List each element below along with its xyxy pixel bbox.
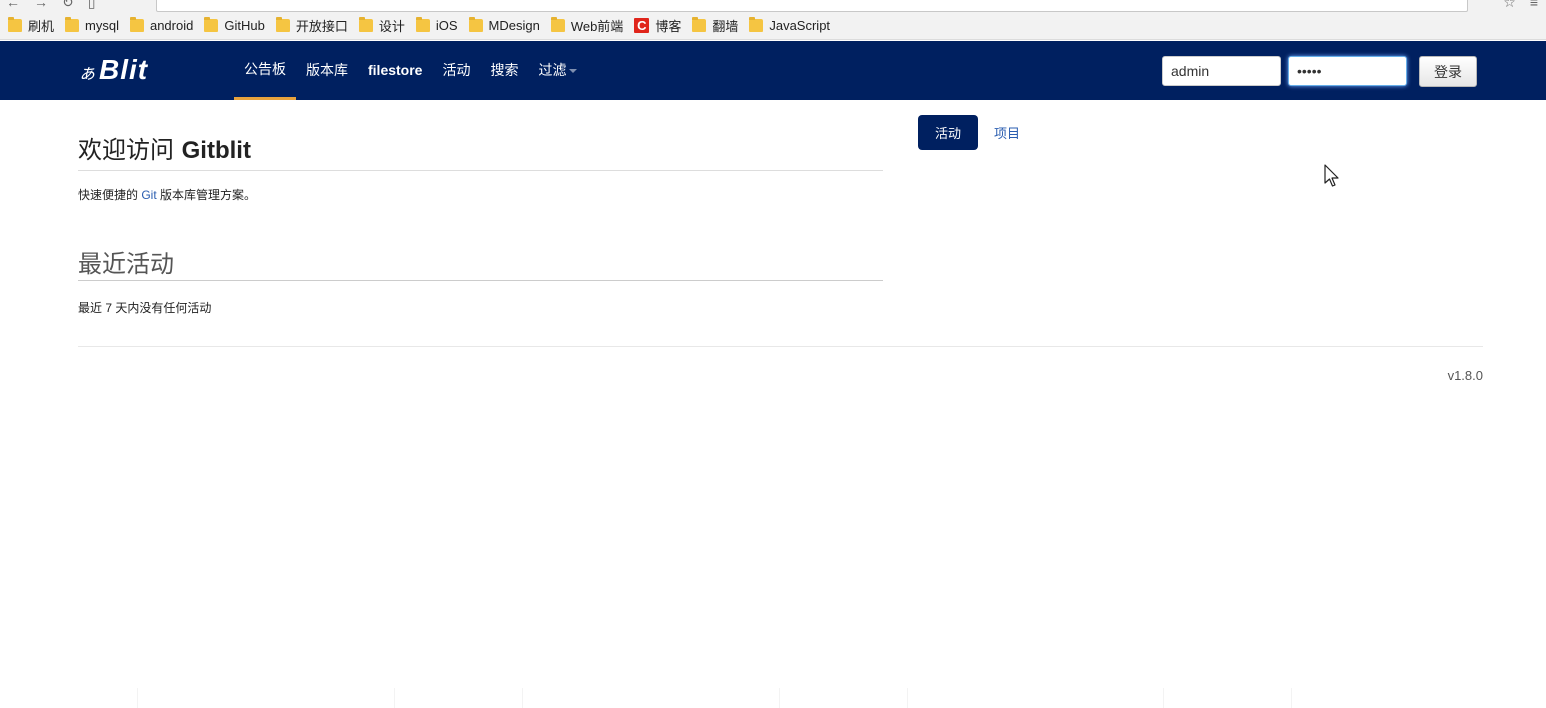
mouse-cursor-icon	[1324, 164, 1339, 187]
page-title-prefix: 欢迎访问	[78, 136, 182, 164]
nav-repositories[interactable]: 版本库	[296, 41, 358, 100]
gitblit-logo[interactable]: ぁBlit	[78, 54, 148, 89]
bookmark-label: 翻墙	[712, 19, 739, 34]
footer-divider	[78, 346, 1483, 347]
bookmark-shuaji[interactable]: 刷机	[8, 16, 54, 35]
bookmark-mdesign[interactable]: MDesign	[468, 17, 540, 33]
tagline: 快速便捷的 Git 版本库管理方案。	[78, 186, 256, 203]
bookmark-javascript[interactable]: JavaScript	[749, 17, 831, 33]
nav-links: 公告板 版本库 filestore 活动 搜索 过滤	[234, 41, 587, 100]
recent-activity-title: 最近活动	[78, 250, 174, 278]
folder-icon	[8, 17, 22, 32]
star-icon[interactable]: ☆	[1503, 0, 1516, 11]
bookmark-label: GitHub	[224, 18, 265, 33]
bookmark-mysql[interactable]: mysql	[65, 17, 119, 33]
title-divider	[78, 170, 883, 171]
bottom-artifacts	[0, 688, 1546, 708]
address-bar[interactable]	[156, 0, 1468, 12]
nav-activity[interactable]: 活动	[432, 41, 480, 100]
no-activity-message: 最近 7 天内没有任何活动	[78, 301, 212, 315]
bookmark-label: MDesign	[488, 18, 540, 33]
folder-icon	[275, 17, 290, 32]
nav-filters[interactable]: 过滤	[528, 41, 587, 100]
tab-projects[interactable]: 项目	[994, 115, 1020, 150]
bookmark-github[interactable]: GitHub	[204, 17, 265, 33]
browser-right-icons: ☆ ≡	[1503, 0, 1538, 11]
folder-icon	[204, 17, 219, 32]
tagline-before: 快速便捷的	[78, 188, 142, 202]
bookmark-web-frontend[interactable]: Web前端	[550, 16, 624, 35]
folder-icon	[550, 17, 565, 32]
menu-icon[interactable]: ≡	[1530, 0, 1538, 11]
tagline-after: 版本库管理方案。	[156, 188, 257, 202]
bookmark-label: iOS	[435, 18, 458, 33]
folder-icon	[358, 17, 373, 32]
tab-activity[interactable]: 活动	[918, 115, 978, 150]
password-input[interactable]	[1288, 56, 1407, 86]
bookmark-open-api[interactable]: 开放接口	[275, 16, 348, 35]
bookmark-android[interactable]: android	[129, 17, 194, 33]
bookmark-label: 开放接口	[295, 19, 348, 34]
bookmark-label: Web前端	[570, 19, 624, 34]
browser-nav-icons: ← → ↻ ▯	[6, 0, 95, 11]
page-title: 欢迎访问 Gitblit	[78, 130, 251, 165]
bookmark-label: android	[149, 18, 194, 33]
username-input[interactable]	[1162, 56, 1281, 86]
bookmarks-bar: 刷机 mysql android GitHub 开放接口 设计 iOS MDes…	[0, 12, 1546, 40]
browser-toolbar: ← → ↻ ▯ ☆ ≡	[0, 0, 1546, 12]
git-link[interactable]: Git	[141, 188, 156, 202]
bookmark-design[interactable]: 设计	[358, 16, 405, 35]
forward-icon[interactable]: →	[34, 0, 48, 11]
back-icon[interactable]: ←	[6, 0, 20, 11]
page-title-app: Gitblit	[181, 137, 251, 164]
top-navbar: ぁBlit 公告板 版本库 filestore 活动 搜索 过滤 登录	[0, 41, 1546, 100]
folder-icon	[749, 17, 764, 32]
caret-down-icon	[569, 69, 578, 74]
bookmark-blog[interactable]: C 博客	[634, 16, 681, 35]
page-icon: ▯	[87, 0, 96, 10]
bookmark-fanqiang[interactable]: 翻墙	[692, 16, 738, 35]
logo-prefix: ぁ	[78, 63, 97, 83]
bookmark-label: mysql	[85, 18, 119, 33]
section-divider	[78, 280, 883, 281]
bookmark-label: 刷机	[28, 19, 55, 34]
nav-filestore[interactable]: filestore	[358, 41, 432, 100]
version-label: v1.8.0	[1447, 368, 1483, 383]
nav-dashboard[interactable]: 公告板	[234, 41, 296, 100]
logo-text: Blit	[99, 54, 149, 85]
nav-filters-label: 过滤	[538, 62, 567, 78]
folder-icon	[415, 17, 430, 32]
bookmark-label: 设计	[378, 19, 405, 34]
login-button[interactable]: 登录	[1419, 56, 1477, 87]
bookmark-label: JavaScript	[769, 18, 831, 33]
nav-search[interactable]: 搜索	[480, 41, 528, 100]
folder-icon	[692, 17, 707, 32]
bookmark-label: 博客	[655, 19, 682, 34]
folder-icon	[468, 17, 483, 32]
folder-icon	[129, 17, 144, 32]
reload-icon[interactable]: ↻	[62, 0, 74, 11]
bookmark-ios[interactable]: iOS	[415, 17, 458, 33]
csdn-icon: C	[634, 18, 650, 33]
folder-icon	[65, 17, 80, 32]
